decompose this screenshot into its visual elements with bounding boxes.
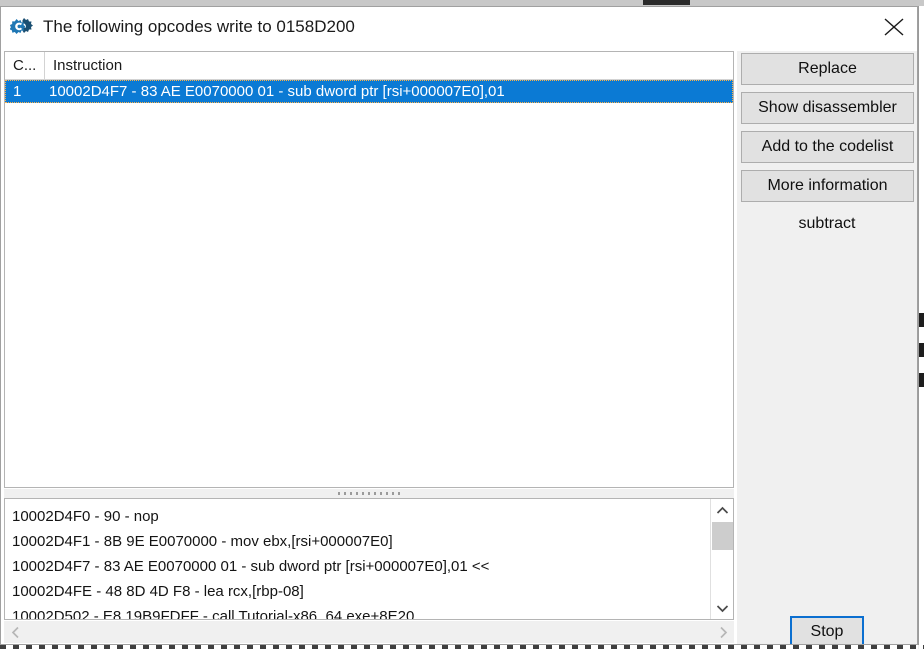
background-edge-tick bbox=[919, 313, 924, 327]
background-window-right-edge bbox=[918, 6, 924, 649]
show-disassembler-button[interactable]: Show disassembler bbox=[741, 92, 914, 124]
column-header-instruction[interactable]: Instruction bbox=[44, 52, 733, 79]
background-edge-tick bbox=[919, 373, 924, 387]
background-window-titlebar-fragment bbox=[643, 0, 690, 5]
table-row[interactable]: 1 10002D4F7 - 83 AE E0070000 01 - sub dw… bbox=[5, 80, 733, 103]
cell-instruction: 10002D4F7 - 83 AE E0070000 01 - sub dwor… bbox=[49, 83, 505, 100]
cheat-engine-logo-icon bbox=[9, 17, 34, 39]
close-icon[interactable] bbox=[871, 7, 917, 45]
dialog-title: The following opcodes write to 0158D200 bbox=[43, 17, 355, 36]
splitter-grip-icon bbox=[338, 492, 400, 495]
list-item[interactable]: 10002D4F7 - 83 AE E0070000 01 - sub dwor… bbox=[12, 554, 711, 579]
dialog-titlebar: The following opcodes write to 0158D200 bbox=[1, 7, 917, 45]
scroll-right-icon[interactable] bbox=[712, 621, 734, 643]
disassembly-panel[interactable]: 10002D4F0 - 90 - nop 10002D4F1 - 8B 9E E… bbox=[4, 498, 734, 620]
scroll-left-icon[interactable] bbox=[4, 621, 26, 643]
opcode-writer-dialog: The following opcodes write to 0158D200 … bbox=[0, 6, 918, 645]
column-header-count[interactable]: C... bbox=[5, 52, 44, 79]
screen: The following opcodes write to 0158D200 … bbox=[0, 0, 924, 649]
panel-splitter[interactable] bbox=[4, 489, 734, 498]
add-to-codelist-button[interactable]: Add to the codelist bbox=[741, 131, 914, 163]
cell-count: 1 bbox=[13, 83, 22, 100]
scrollbar-thumb[interactable] bbox=[712, 522, 733, 550]
disassembly-lines: 10002D4F0 - 90 - nop 10002D4F1 - 8B 9E E… bbox=[5, 499, 711, 619]
opcode-list-header: C... Instruction bbox=[5, 52, 733, 80]
background-taskbar-fragment bbox=[0, 645, 924, 649]
list-item[interactable]: 10002D4F1 - 8B 9E E0070000 - mov ebx,[rs… bbox=[12, 529, 711, 554]
opcode-list-panel[interactable]: C... Instruction 1 10002D4F7 - 83 AE E00… bbox=[4, 51, 734, 488]
disassembly-vertical-scrollbar[interactable] bbox=[710, 499, 733, 619]
list-item[interactable]: 10002D4F0 - 90 - nop bbox=[12, 504, 711, 529]
list-item[interactable]: 10002D4FE - 48 8D 4D F8 - lea rcx,[rbp-0… bbox=[12, 579, 711, 604]
more-information-button[interactable]: More information bbox=[741, 170, 914, 202]
side-panel: Replace Show disassembler Add to the cod… bbox=[737, 51, 917, 644]
scroll-down-icon[interactable] bbox=[711, 597, 733, 619]
list-item[interactable]: 10002D502 - E8 19B9FDFF - call Tutorial-… bbox=[12, 604, 711, 619]
scroll-up-icon[interactable] bbox=[711, 499, 733, 521]
background-edge-tick bbox=[919, 343, 924, 357]
stop-button[interactable]: Stop bbox=[790, 616, 864, 644]
opcode-description-label: subtract bbox=[798, 215, 856, 232]
replace-button[interactable]: Replace bbox=[741, 53, 914, 85]
horizontal-scrollbar[interactable] bbox=[4, 621, 734, 643]
